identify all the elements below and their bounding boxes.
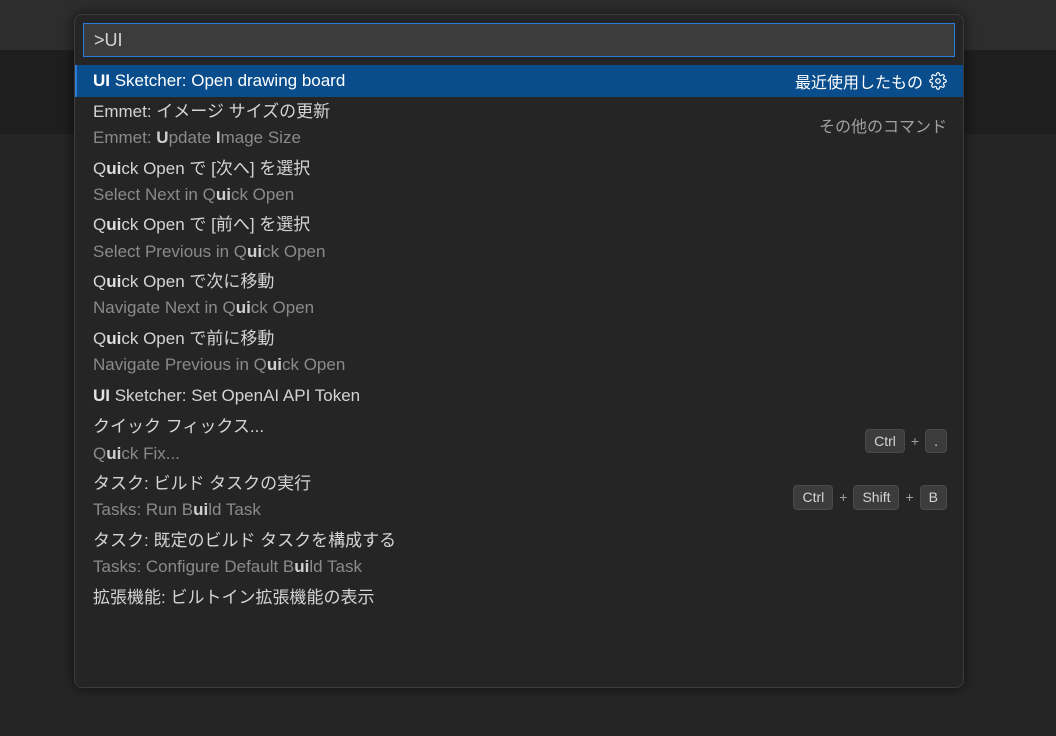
command-item-primary: UI Sketcher: Set OpenAI API Token — [93, 383, 935, 409]
command-item-secondary: Quick Fix... — [93, 441, 853, 467]
command-item-right: Ctrl +. — [865, 429, 947, 453]
key: Shift — [853, 485, 899, 509]
command-item-labels: Emmet: イメージ サイズの更新Emmet: Update Image Si… — [93, 99, 807, 152]
command-item-labels: タスク: 既定のビルド タスクを構成するTasks: Configure Def… — [93, 528, 935, 581]
command-item-primary: Quick Open で次に移動 — [93, 269, 935, 295]
command-item-secondary: Navigate Previous in Quick Open — [93, 352, 935, 378]
key: Ctrl — [793, 485, 833, 509]
keybinding: Ctrl +. — [865, 429, 947, 453]
command-item-labels: 拡張機能: ビルトイン拡張機能の表示 — [93, 585, 935, 611]
command-item-labels: タスク: ビルド タスクの実行Tasks: Run Build Task — [93, 471, 781, 524]
command-item-right: その他のコマンド — [819, 113, 947, 137]
command-item-primary: 拡張機能: ビルトイン拡張機能の表示 — [93, 585, 935, 611]
key-sep: + — [905, 489, 913, 505]
command-item-labels: Quick Open で前に移動Navigate Previous in Qui… — [93, 326, 935, 379]
command-item-primary: UI Sketcher: Open drawing board — [93, 68, 783, 94]
command-item-primary: クイック フィックス... — [93, 414, 853, 440]
command-item-secondary: Select Previous in Quick Open — [93, 239, 935, 265]
command-item[interactable]: UI Sketcher: Set OpenAI API Token — [75, 380, 963, 412]
command-item-primary: タスク: 既定のビルド タスクを構成する — [93, 528, 935, 554]
key: . — [925, 429, 947, 453]
command-item[interactable]: Emmet: イメージ サイズの更新Emmet: Update Image Si… — [75, 97, 963, 154]
command-item[interactable]: タスク: 既定のビルド タスクを構成するTasks: Configure Def… — [75, 526, 963, 583]
key-sep: + — [839, 489, 847, 505]
command-item[interactable]: Quick Open で [前へ] を選択Select Previous in … — [75, 210, 963, 267]
command-item[interactable]: Quick Open で次に移動Navigate Next in Quick O… — [75, 267, 963, 324]
command-item-secondary: Select Next in Quick Open — [93, 182, 935, 208]
command-item-labels: UI Sketcher: Set OpenAI API Token — [93, 383, 935, 409]
command-item-labels: Quick Open で [前へ] を選択Select Previous in … — [93, 212, 935, 265]
command-input[interactable] — [83, 23, 955, 57]
command-item-labels: Quick Open で次に移動Navigate Next in Quick O… — [93, 269, 935, 322]
command-item[interactable]: UI Sketcher: Open drawing board 最近使用したもの — [75, 65, 963, 97]
command-results: UI Sketcher: Open drawing board 最近使用したもの E… — [75, 65, 963, 687]
group-other-label: その他のコマンド — [819, 113, 947, 137]
key: B — [920, 485, 947, 509]
command-item[interactable]: Quick Open で [次へ] を選択Select Next in Quic… — [75, 154, 963, 211]
command-item[interactable]: Quick Open で前に移動Navigate Previous in Qui… — [75, 324, 963, 381]
command-item[interactable]: タスク: ビルド タスクの実行Tasks: Run Build Task Ctrl… — [75, 469, 963, 526]
command-item-secondary: Navigate Next in Quick Open — [93, 295, 935, 321]
command-palette[interactable]: UI Sketcher: Open drawing board 最近使用したもの E… — [74, 14, 964, 688]
command-item-right: 最近使用したもの — [795, 69, 947, 93]
keybinding: Ctrl + Shift + B — [793, 485, 947, 509]
key-sep: + — [911, 433, 919, 449]
command-item-right: Ctrl + Shift + B — [793, 485, 947, 509]
command-item-secondary: Emmet: Update Image Size — [93, 125, 807, 151]
command-input-row — [75, 15, 963, 65]
command-item-primary: Quick Open で [前へ] を選択 — [93, 212, 935, 238]
command-item[interactable]: 拡張機能: ビルトイン拡張機能の表示 — [75, 583, 963, 615]
command-item-primary: Emmet: イメージ サイズの更新 — [93, 99, 807, 125]
command-item-labels: UI Sketcher: Open drawing board — [93, 68, 783, 94]
command-item-secondary: Tasks: Configure Default Build Task — [93, 554, 935, 580]
group-recent-label: 最近使用したもの — [795, 69, 923, 93]
command-item[interactable]: クイック フィックス...Quick Fix... Ctrl +. — [75, 412, 963, 469]
command-item-labels: クイック フィックス...Quick Fix... — [93, 414, 853, 467]
command-item-primary: Quick Open で前に移動 — [93, 326, 935, 352]
command-item-primary: タスク: ビルド タスクの実行 — [93, 471, 781, 497]
command-item-labels: Quick Open で [次へ] を選択Select Next in Quic… — [93, 156, 935, 209]
command-item-primary: Quick Open で [次へ] を選択 — [93, 156, 935, 182]
command-results-list[interactable]: UI Sketcher: Open drawing board 最近使用したもの E… — [75, 65, 963, 687]
gear-icon[interactable] — [929, 72, 947, 90]
key: Ctrl — [865, 429, 905, 453]
command-item-secondary: Tasks: Run Build Task — [93, 497, 781, 523]
